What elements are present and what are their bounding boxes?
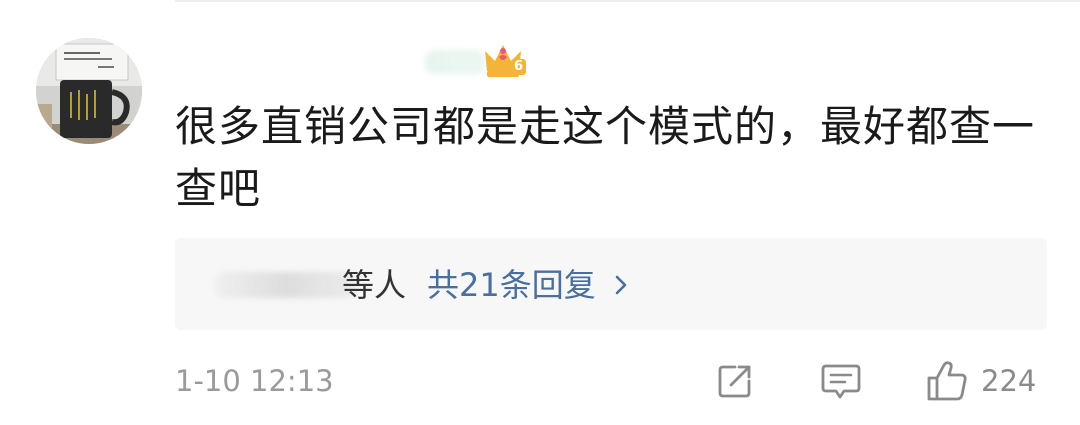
view-replies-link[interactable]: 共21条回复: [427, 262, 632, 308]
repliers-redacted: [215, 272, 355, 298]
username-row: 6: [425, 42, 529, 82]
comment-card: 6 很多直销公司都是走这个模式的，最好都查一查吧 等人 共21条回复 1-10 …: [0, 0, 1080, 425]
view-replies-label: 共21条回复: [427, 266, 596, 304]
avatar-image: [36, 38, 142, 144]
replies-preview[interactable]: 等人 共21条回复: [175, 238, 1047, 330]
thumbs-up-icon: [927, 361, 967, 401]
like-count: 224: [981, 364, 1037, 398]
comment-text: 很多直销公司都是走这个模式的，最好都查一查吧: [175, 102, 1036, 213]
timestamp: 1-10 12:13: [175, 364, 334, 398]
username-redacted[interactable]: [425, 50, 485, 74]
like-button[interactable]: 224: [925, 357, 1036, 405]
reply-button[interactable]: [820, 357, 862, 405]
comment-icon: [821, 364, 861, 399]
chevron-right-icon: [615, 275, 627, 295]
comment-footer: 1-10 12:13 224: [175, 355, 1055, 409]
vip-crown-badge-icon: 6: [481, 41, 529, 83]
repliers-suffix: 等人: [342, 266, 407, 304]
avatar[interactable]: [36, 38, 142, 144]
share-button[interactable]: [715, 357, 755, 405]
vip-level: 6: [511, 59, 527, 75]
share-icon: [718, 365, 751, 398]
